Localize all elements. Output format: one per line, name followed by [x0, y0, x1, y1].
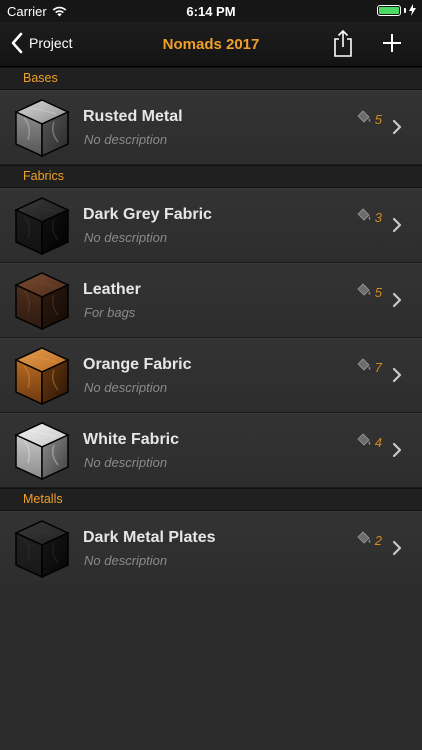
section-header: Metalls: [0, 488, 422, 511]
usage-count-value: 3: [374, 210, 382, 225]
material-description: No description: [84, 455, 168, 470]
material-description: No description: [84, 230, 168, 245]
paint-bucket-icon: [356, 208, 372, 227]
chevron-right-icon: [392, 292, 402, 313]
material-name: Rusted Metal: [83, 108, 183, 125]
material-name: Leather: [83, 281, 141, 298]
material-row[interactable]: Dark Metal Plates No description 2: [0, 511, 422, 586]
usage-count-value: 2: [374, 533, 382, 548]
usage-count: 7: [356, 358, 382, 377]
navigation-bar: Project Nomads 2017: [0, 22, 422, 67]
material-thumbnail: [10, 269, 74, 333]
chevron-right-icon: [392, 119, 402, 140]
status-time: 6:14 PM: [186, 4, 236, 19]
material-thumbnail: [10, 517, 74, 581]
usage-count-value: 7: [374, 360, 382, 375]
usage-count: 5: [356, 283, 382, 302]
material-row[interactable]: Dark Grey Fabric No description 3: [0, 188, 422, 263]
material-thumbnail: [10, 194, 74, 258]
material-name: Dark Metal Plates: [83, 529, 216, 546]
battery-icon: [377, 4, 401, 16]
usage-count-value: 5: [374, 285, 382, 300]
paint-bucket-icon: [356, 358, 372, 377]
material-name: Dark Grey Fabric: [83, 206, 212, 223]
usage-count: 2: [356, 531, 382, 550]
paint-bucket-icon: [356, 110, 372, 129]
material-thumbnail: [10, 96, 74, 160]
material-description: No description: [84, 553, 168, 568]
plus-icon: [383, 34, 401, 52]
share-button[interactable]: [332, 29, 354, 63]
paint-bucket-icon: [356, 531, 372, 550]
section-header: Fabrics: [0, 165, 422, 188]
material-description: For bags: [84, 305, 136, 320]
material-name: Orange Fabric: [83, 356, 192, 373]
usage-count: 4: [356, 433, 382, 452]
material-thumbnail: [10, 344, 74, 408]
usage-count-value: 4: [374, 435, 382, 450]
chevron-right-icon: [392, 367, 402, 388]
material-name: White Fabric: [83, 431, 180, 448]
status-bar: Carrier 6:14 PM: [0, 0, 422, 22]
chevron-right-icon: [392, 442, 402, 463]
status-right: [377, 4, 416, 16]
share-icon: [334, 29, 352, 57]
usage-count: 5: [356, 110, 382, 129]
material-description: No description: [84, 132, 168, 147]
charging-bolt-icon: [409, 4, 416, 16]
paint-bucket-icon: [356, 433, 372, 452]
materials-list: Bases Rusted Metal No description 5 Fabr…: [0, 67, 422, 586]
material-row[interactable]: White Fabric No description 4: [0, 413, 422, 488]
material-description: No description: [84, 380, 168, 395]
usage-count: 3: [356, 208, 382, 227]
battery-cap: [404, 7, 406, 13]
material-row[interactable]: Rusted Metal No description 5: [0, 90, 422, 165]
add-button[interactable]: [381, 32, 403, 59]
material-thumbnail: [10, 419, 74, 483]
paint-bucket-icon: [356, 283, 372, 302]
usage-count-value: 5: [374, 112, 382, 127]
chevron-right-icon: [392, 217, 402, 238]
material-row[interactable]: Leather For bags 5: [0, 263, 422, 338]
material-row[interactable]: Orange Fabric No description 7: [0, 338, 422, 413]
section-header: Bases: [0, 67, 422, 90]
page-title: Nomads 2017: [162, 36, 260, 53]
chevron-right-icon: [392, 540, 402, 561]
empty-area: [0, 585, 422, 750]
